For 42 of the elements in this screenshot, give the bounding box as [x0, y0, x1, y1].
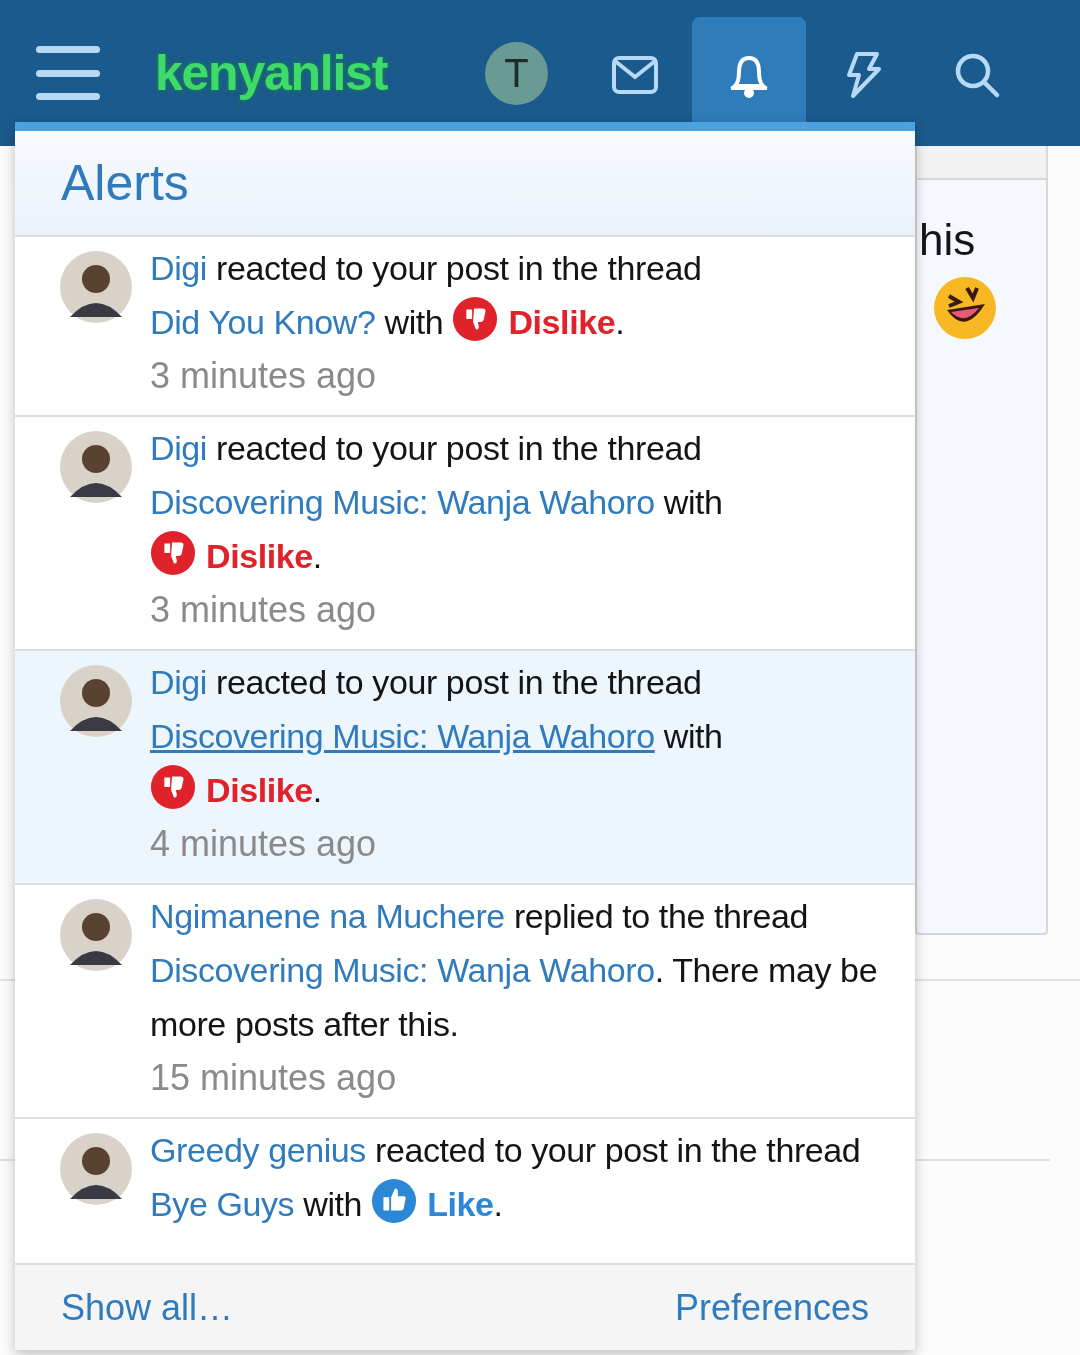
user-avatar: [60, 251, 132, 323]
alert-message: Digi reacted to your post in the thread Discovering Music: Wanja Wahoro with Dislike.: [150, 662, 724, 812]
site-logo[interactable]: kenyanlist: [155, 48, 388, 98]
popup-title: Alerts: [61, 158, 189, 208]
thread-link[interactable]: Did You Know?: [150, 303, 376, 341]
user-avatar[interactable]: T: [485, 41, 549, 105]
laughing-emoji-icon: [933, 276, 997, 340]
user-avatar: [60, 665, 132, 737]
menu-icon[interactable]: [36, 46, 100, 100]
user-avatar: [60, 899, 132, 971]
user-link[interactable]: Digi: [150, 249, 207, 287]
user-avatar: [60, 431, 132, 503]
thumbs-down-icon: [150, 764, 196, 810]
user-link[interactable]: Digi: [150, 663, 207, 701]
show-all-link[interactable]: Show all…: [61, 1280, 234, 1335]
thread-link[interactable]: Discovering Music: Wanja Wahoro: [150, 483, 655, 521]
alert-time: 15 minutes ago: [150, 1056, 398, 1100]
alert-time: 3 minutes ago: [150, 354, 378, 398]
thumbs-down-icon: [452, 296, 499, 342]
thread-link[interactable]: Bye Guys: [150, 1185, 295, 1223]
alert-time: 4 minutes ago: [150, 822, 378, 866]
alert-message: Greedy genius reacted to your post in the thread Bye Guys with Like.: [150, 1130, 862, 1226]
user-link[interactable]: Ngimanene na Muchere: [150, 897, 505, 935]
thread-link[interactable]: Discovering Music: Wanja Wahoro: [150, 951, 655, 989]
alert-message: Digi reacted to your post in the thread Discovering Music: Wanja Wahoro with Dislike.: [150, 428, 724, 578]
alert-message: Ngimanene na Muchere replied to the thread Discovering Music: Wanja Wahoro. There may be more posts after this.: [150, 896, 879, 1045]
alert-item[interactable]: Digi reacted to your post in the thread Discovering Music: Wanja Wahoro with Dislike. 3 minutes ago: [15, 417, 915, 651]
post-text: his: [919, 218, 976, 262]
envelope-icon: [611, 54, 660, 95]
user-link[interactable]: Digi: [150, 429, 207, 467]
thumbs-down-icon: [150, 530, 196, 576]
user-avatar: [60, 1133, 132, 1205]
thread-link[interactable]: Discovering Music: Wanja Wahoro: [150, 717, 655, 755]
alert-item[interactable]: Ngimanene na Muchere replied to the thread Discovering Music: Wanja Wahoro. There may be more posts after this. 15 minutes ago: [15, 885, 915, 1119]
alert-item[interactable]: Digi reacted to your post in the thread Discovering Music: Wanja Wahoro with Dislike. 4 minutes ago: [15, 651, 915, 885]
alert-message: Digi reacted to your post in the thread Did You Know? with Dislike.: [150, 248, 703, 344]
alert-item[interactable]: Digi reacted to your post in the thread Did You Know? with Dislike. 3 minutes ago: [15, 237, 915, 417]
alert-item[interactable]: Greedy genius reacted to your post in the thread Bye Guys with Like.: [15, 1119, 915, 1243]
preferences-link[interactable]: Preferences: [674, 1280, 869, 1335]
alert-time: 3 minutes ago: [150, 588, 378, 632]
thumbs-up-icon: [371, 1178, 418, 1224]
user-link[interactable]: Greedy genius: [150, 1131, 366, 1169]
